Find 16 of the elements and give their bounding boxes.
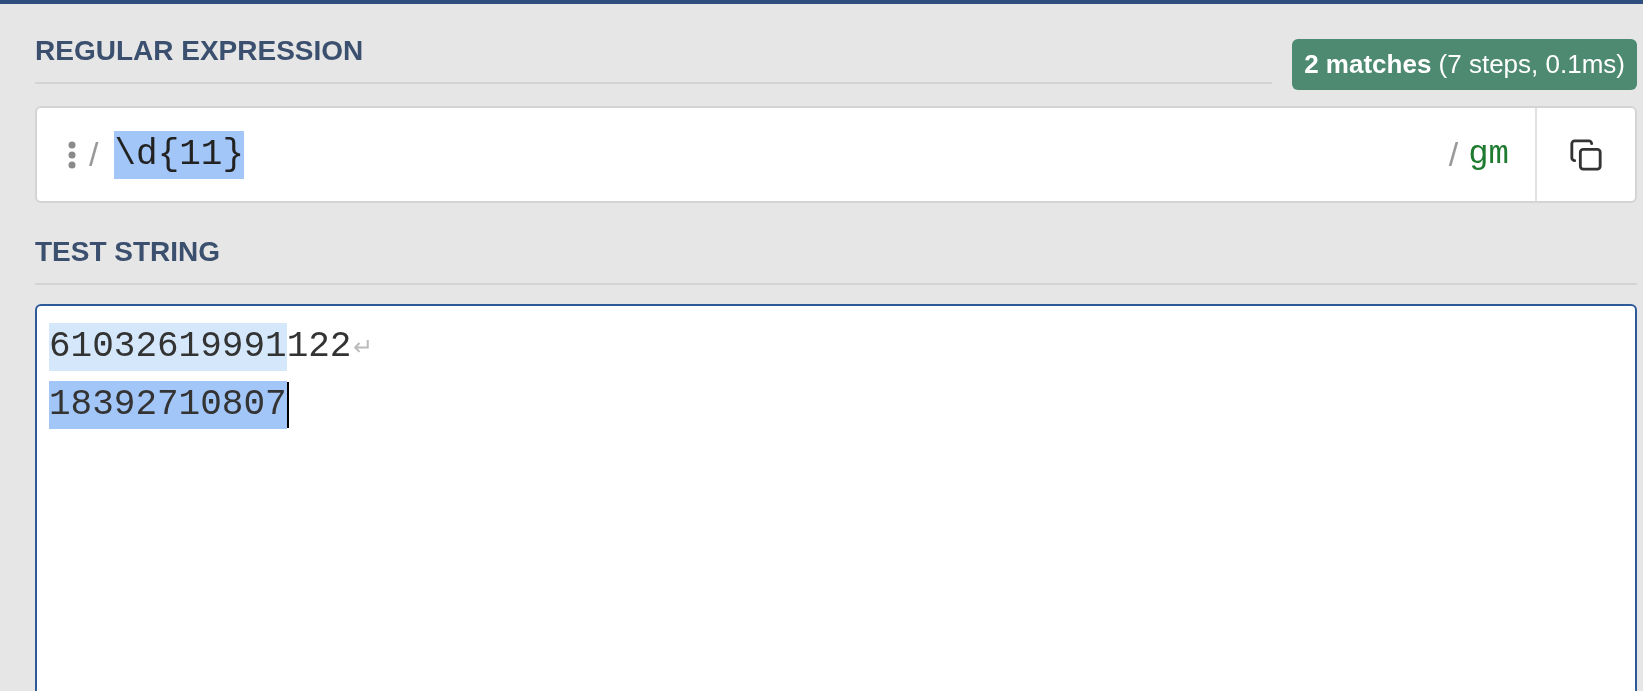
copy-icon: [1569, 137, 1603, 172]
newline-mark: ↵: [353, 332, 374, 362]
regex-flags[interactable]: gm: [1468, 129, 1509, 180]
test-string-text: 18392710807: [49, 381, 287, 429]
section-title: TEST STRING: [35, 236, 221, 267]
delimiter: /: [89, 134, 99, 175]
text-cursor: [286, 382, 289, 428]
drag-handle-icon[interactable]: [67, 139, 77, 170]
test-string-field[interactable]: 61032619991122↵ 18392710807: [35, 304, 1637, 691]
test-string-text: 61032619991: [49, 323, 287, 371]
delimiter: /: [1448, 134, 1459, 175]
section-title: REGULAR EXPRESSION: [35, 35, 364, 66]
regex-pattern[interactable]: \d{11}: [114, 130, 245, 179]
match-count-badge: 2 matches (7 steps, 0.1ms): [1292, 39, 1637, 90]
test-string-text: 122: [286, 325, 352, 369]
regex-field[interactable]: / \d{11} / gm: [35, 106, 1637, 203]
